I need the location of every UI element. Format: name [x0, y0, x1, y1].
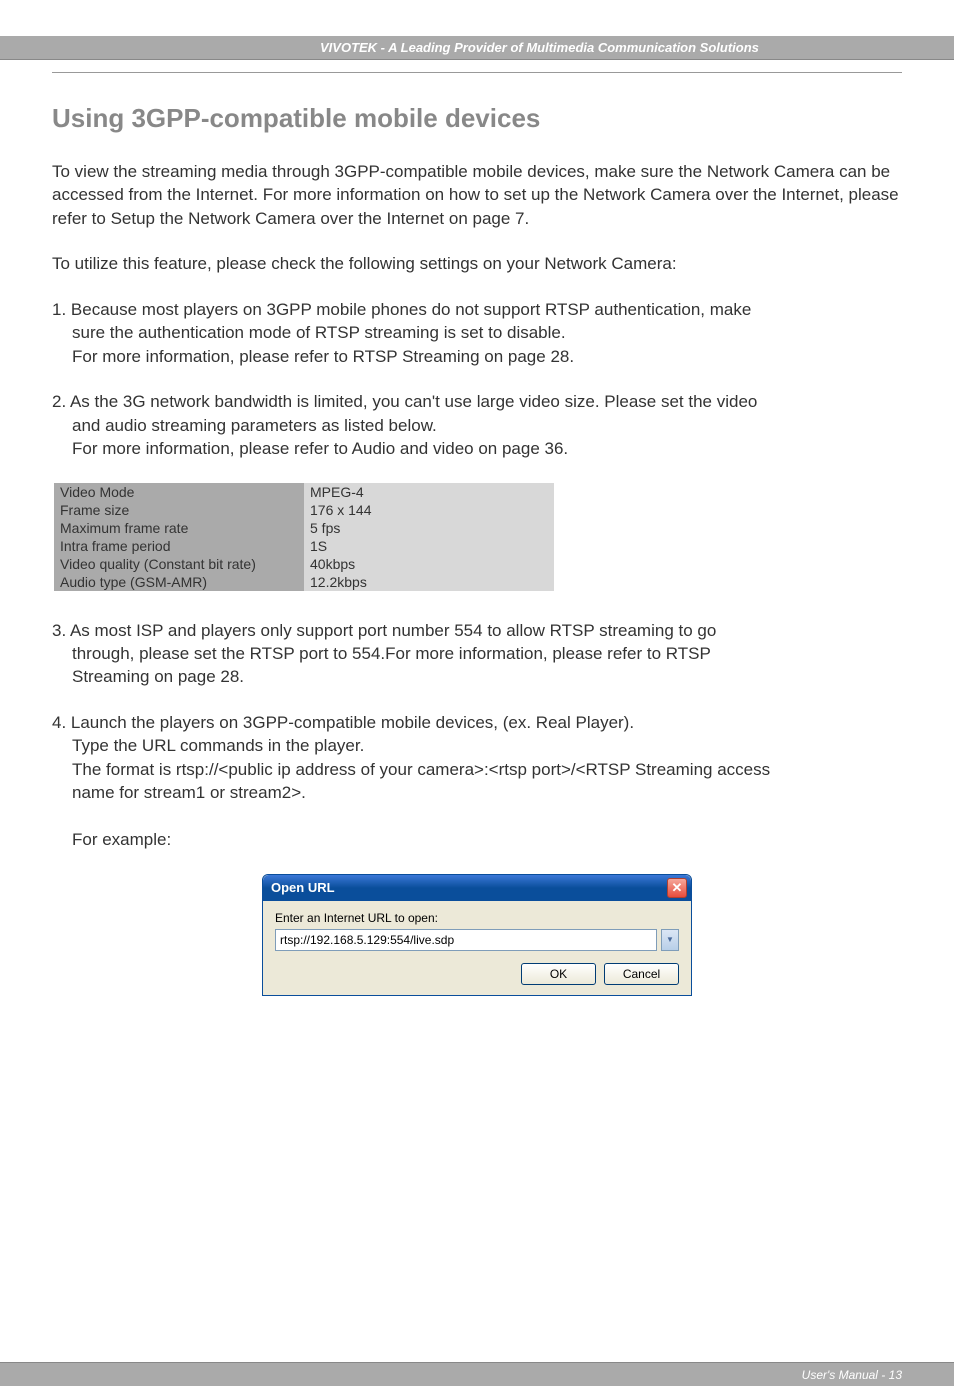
list-item-1-line2: sure the authentication mode of RTSP str…	[52, 321, 902, 344]
content-area: Using 3GPP-compatible mobile devices To …	[0, 72, 954, 996]
table-row: Intra frame period 1S	[54, 537, 554, 555]
list-item-4-line5: For example:	[52, 828, 902, 851]
header-text: VIVOTEK - A Leading Provider of Multimed…	[0, 36, 954, 60]
list-item-3-line2: through, please set the RTSP port to 554…	[52, 642, 902, 665]
list-item-3-line3: Streaming on page 28.	[52, 665, 902, 688]
dialog-buttons: OK Cancel	[275, 963, 679, 985]
table-label: Maximum frame rate	[54, 519, 304, 537]
table-row: Video Mode MPEG-4	[54, 483, 554, 501]
chevron-down-icon[interactable]: ▼	[661, 929, 679, 951]
table-value: 5 fps	[304, 519, 554, 537]
list-item-1-line1: 1. Because most players on 3GPP mobile p…	[52, 298, 902, 321]
url-input-row: ▼	[275, 929, 679, 951]
table-label: Intra frame period	[54, 537, 304, 555]
table-value: MPEG-4	[304, 483, 554, 501]
close-icon[interactable]: ✕	[667, 878, 687, 898]
footer: User's Manual - 13	[0, 1362, 954, 1386]
intro-paragraph-1: To view the streaming media through 3GPP…	[52, 160, 902, 230]
open-url-dialog: Open URL ✕ Enter an Internet URL to open…	[262, 874, 692, 996]
url-input[interactable]	[275, 929, 657, 951]
list-item-3-line1: 3. As most ISP and players only support …	[52, 619, 902, 642]
settings-table: Video Mode MPEG-4 Frame size 176 x 144 M…	[54, 483, 554, 591]
footer-bar: User's Manual - 13	[0, 1362, 954, 1386]
list-item-2-line2: and audio streaming parameters as listed…	[52, 414, 902, 437]
page-number: User's Manual - 13	[802, 1368, 902, 1382]
list-item-4: 4. Launch the players on 3GPP-compatible…	[52, 711, 902, 852]
table-label: Audio type (GSM-AMR)	[54, 573, 304, 591]
cancel-button[interactable]: Cancel	[604, 963, 679, 985]
list-item-4-line2: Type the URL commands in the player.	[52, 734, 902, 757]
table-value: 1S	[304, 537, 554, 555]
table-row: Maximum frame rate 5 fps	[54, 519, 554, 537]
list-item-2: 2. As the 3G network bandwidth is limite…	[52, 390, 902, 460]
list-item-4-line3: The format is rtsp://<public ip address …	[52, 758, 902, 781]
table-row: Frame size 176 x 144	[54, 501, 554, 519]
list-item-4-line4: name for stream1 or stream2>.	[52, 781, 902, 804]
dialog-body: Enter an Internet URL to open: ▼ OK Canc…	[263, 901, 691, 995]
table-label: Video quality (Constant bit rate)	[54, 555, 304, 573]
dialog-label: Enter an Internet URL to open:	[275, 911, 679, 925]
intro-paragraph-2: To utilize this feature, please check th…	[52, 252, 902, 275]
list-item-1: 1. Because most players on 3GPP mobile p…	[52, 298, 902, 368]
divider-line	[52, 72, 902, 73]
table-label: Frame size	[54, 501, 304, 519]
dialog-titlebar[interactable]: Open URL ✕	[263, 875, 691, 901]
table-row: Audio type (GSM-AMR) 12.2kbps	[54, 573, 554, 591]
list-item-1-line3: For more information, please refer to RT…	[52, 345, 902, 368]
list-item-2-line3: For more information, please refer to Au…	[52, 437, 902, 460]
table-value: 12.2kbps	[304, 573, 554, 591]
table-row: Video quality (Constant bit rate) 40kbps	[54, 555, 554, 573]
table-value: 176 x 144	[304, 501, 554, 519]
list-item-3: 3. As most ISP and players only support …	[52, 619, 902, 689]
section-title: Using 3GPP-compatible mobile devices	[52, 103, 902, 134]
table-label: Video Mode	[54, 483, 304, 501]
dialog-title: Open URL	[271, 880, 335, 895]
table-value: 40kbps	[304, 555, 554, 573]
list-item-2-line1: 2. As the 3G network bandwidth is limite…	[52, 390, 902, 413]
header-bar: VIVOTEK - A Leading Provider of Multimed…	[0, 36, 954, 60]
list-item-4-line1: 4. Launch the players on 3GPP-compatible…	[52, 711, 902, 734]
ok-button[interactable]: OK	[521, 963, 596, 985]
